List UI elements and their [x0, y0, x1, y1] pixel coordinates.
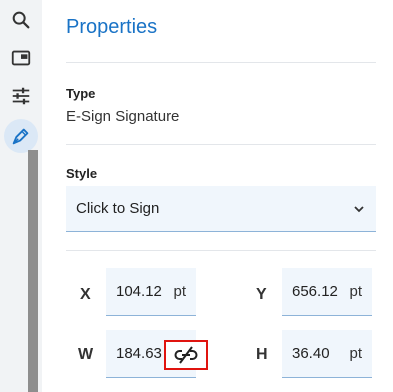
- panel-icon: [11, 50, 31, 66]
- aspect-lock-button[interactable]: [164, 340, 208, 370]
- type-value: E-Sign Signature: [66, 108, 180, 125]
- h-label: H: [256, 346, 268, 363]
- panel-title: Properties: [66, 16, 158, 38]
- sliders-icon: [12, 87, 30, 105]
- y-label: Y: [256, 286, 267, 303]
- style-select[interactable]: Click to Sign: [66, 186, 376, 232]
- unlink-icon: [174, 346, 198, 364]
- divider: [66, 62, 376, 63]
- rail-scrollbar[interactable]: [28, 150, 38, 392]
- signature-tool-button[interactable]: [4, 119, 38, 153]
- divider: [66, 250, 376, 251]
- y-value: 656.12: [292, 283, 338, 300]
- chevron-down-icon: [354, 205, 364, 212]
- search-button[interactable]: [4, 4, 38, 36]
- adjust-button[interactable]: [4, 80, 38, 112]
- style-select-value: Click to Sign: [76, 200, 160, 217]
- tool-rail: [0, 0, 43, 392]
- x-value: 104.12: [116, 283, 162, 300]
- y-unit: pt: [349, 283, 362, 300]
- pen-icon: [12, 128, 29, 145]
- type-label: Type: [66, 86, 96, 101]
- x-unit: pt: [173, 283, 186, 300]
- y-field[interactable]: 656.12 pt: [282, 268, 372, 316]
- search-icon: [12, 11, 30, 29]
- properties-panel: Properties Type E-Sign Signature Style C…: [42, 0, 393, 392]
- x-label: X: [80, 286, 91, 303]
- h-field[interactable]: 36.40 pt: [282, 330, 372, 378]
- h-value: 36.40: [292, 345, 330, 362]
- panel-button[interactable]: [4, 42, 38, 74]
- w-label: W: [78, 346, 94, 363]
- x-field[interactable]: 104.12 pt: [106, 268, 196, 316]
- h-unit: pt: [349, 345, 362, 362]
- divider: [66, 144, 376, 145]
- style-label: Style: [66, 166, 98, 181]
